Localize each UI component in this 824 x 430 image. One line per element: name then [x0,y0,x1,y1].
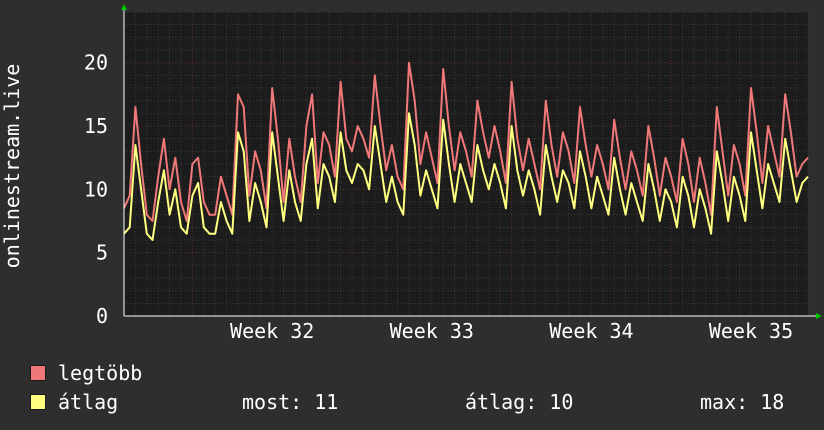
y-tick-label: 0 [96,304,108,328]
y-tick-label: 15 [84,114,108,138]
y-tick-label: 10 [84,177,108,201]
stat-max: max: 18 [700,390,785,414]
x-tick-label: Week 33 [390,319,474,343]
stat-most: most: 11 [242,390,339,414]
y-axis-arrow [121,4,127,10]
x-axis-arrow [816,313,822,319]
legend-item-legtobb: legtöbb [30,362,142,384]
x-tick-label: Week 35 [709,319,793,343]
legend-label-atlag: átlag [58,390,119,414]
y-tick-label: 20 [84,51,108,75]
x-tick-label: Week 32 [230,319,314,343]
legend-item-atlag: átlag [30,391,118,413]
legend-label-legtobb: legtöbb [58,361,143,385]
legend-swatch-atlag [30,394,46,410]
legend-swatch-legtobb [30,365,46,381]
y-axis-title: onlinestream.live [0,64,24,269]
x-tick-label: Week 34 [549,319,633,343]
stat-atlag: átlag: 10 [465,390,574,414]
y-tick-label: 5 [96,241,108,265]
